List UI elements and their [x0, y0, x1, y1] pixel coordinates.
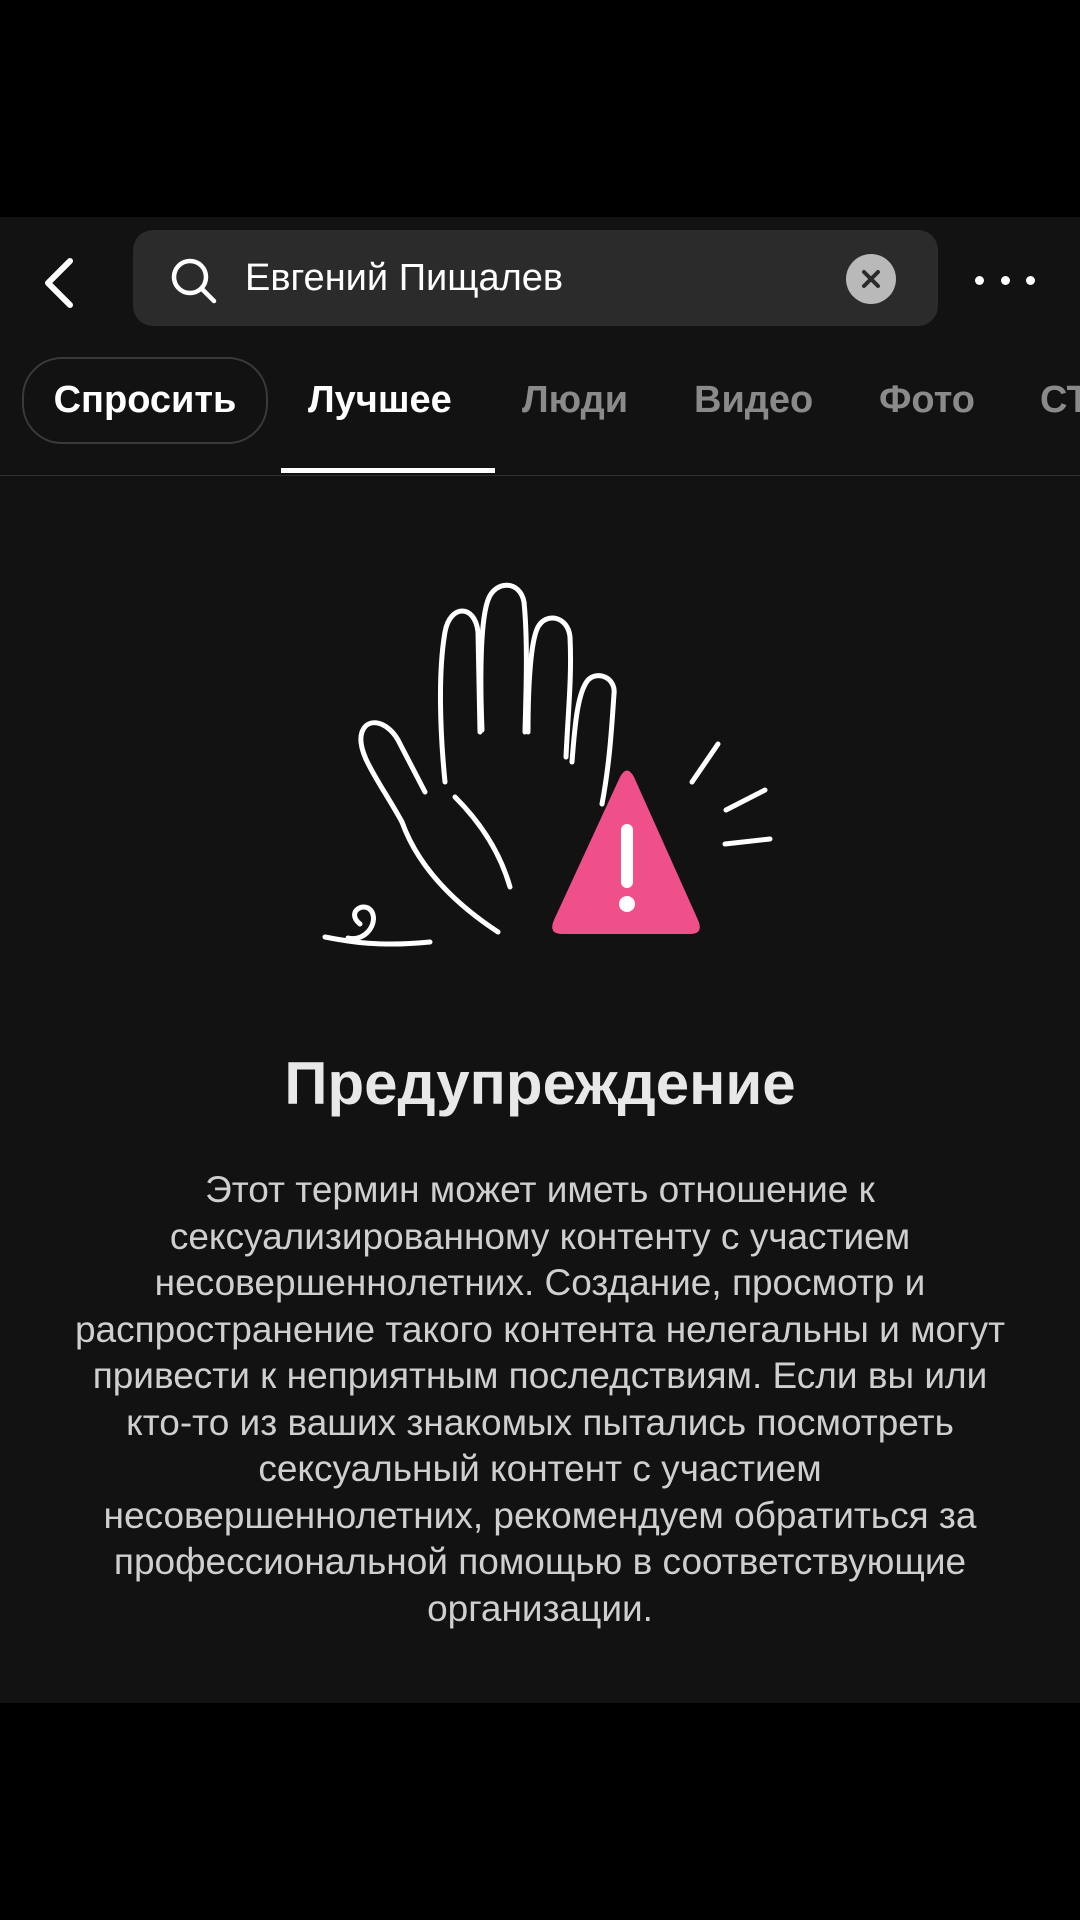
- tab-top[interactable]: Лучшее: [308, 357, 452, 444]
- clear-search-button[interactable]: [846, 254, 896, 304]
- close-icon: [862, 270, 880, 288]
- header: Евгений Пищалев: [0, 217, 1080, 337]
- search-input[interactable]: Евгений Пищалев: [133, 230, 938, 326]
- warning-message: Этот термин может иметь отношение к секс…: [74, 1169, 1006, 1629]
- more-dot: [975, 275, 984, 285]
- warning-title: Предупреждение: [284, 1050, 796, 1117]
- tab-photos[interactable]: Фото: [879, 357, 975, 444]
- back-button[interactable]: [30, 253, 90, 313]
- raised-hand-warning-illustration: [322, 582, 773, 947]
- tab-more[interactable]: СТ: [1040, 357, 1080, 444]
- more-options-button[interactable]: [975, 265, 1035, 295]
- warning-triangle-icon: [552, 770, 700, 934]
- search-tabs: Спросить Лучшее Люди Видео Фото СТ: [0, 357, 1080, 476]
- search-query-text: Евгений Пищалев: [245, 257, 564, 299]
- more-dot: [1026, 275, 1035, 285]
- active-tab-indicator: [281, 468, 495, 473]
- search-results-screen: Евгений Пищалев Спросить Лучшее Люди Вид…: [0, 217, 1080, 1703]
- more-dot: [1000, 275, 1010, 285]
- search-icon: [171, 258, 217, 304]
- chevron-left-icon: [45, 258, 73, 308]
- ask-button[interactable]: Спросить: [22, 357, 268, 444]
- raised-hand-icon: [322, 582, 773, 947]
- tab-people[interactable]: Люди: [522, 357, 628, 444]
- tab-videos[interactable]: Видео: [694, 357, 813, 444]
